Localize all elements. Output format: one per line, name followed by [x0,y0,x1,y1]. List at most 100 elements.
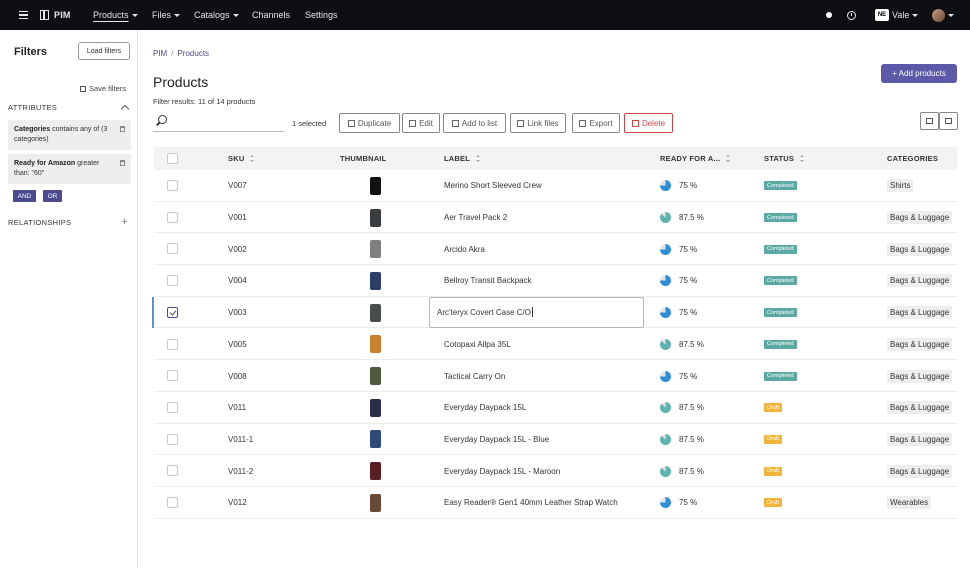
table-row[interactable]: V011 Everyday Daypack 15L 87.5 % Draft Bags … [154,392,957,424]
trash-icon[interactable] [120,160,125,166]
and-button[interactable]: AND [13,190,36,202]
nav-channels[interactable]: Channels [252,0,290,30]
breadcrumb-products[interactable]: Products [177,49,209,58]
save-filters-button[interactable]: Save filters [80,84,126,93]
category-tag: Bags & Luggage [887,211,953,225]
label-edit-input[interactable]: Arc'teryx Covert Case C/O [429,296,644,328]
label-cell[interactable]: Everyday Daypack 15L - Blue [444,424,549,456]
delete-button[interactable]: Delete [624,113,673,133]
duplicate-button[interactable]: Duplicate [339,113,400,133]
table-row[interactable]: V004 Bellroy Transit Backpack 75 % Complete… [154,265,957,297]
products-main: PIM / Products Products Filter results: 11… [139,30,970,568]
status-badge: Draft [764,466,782,476]
category-tag: Bags & Luggage [887,274,953,288]
add-products-button[interactable]: + Add products [881,64,957,83]
table-row[interactable]: V002 Arcido Akra 75 % Completed Bags & Lugga… [154,233,957,266]
row-checkbox[interactable] [167,370,178,382]
app-logo[interactable]: PIM [40,0,71,30]
relationships-section-header[interactable]: RELATIONSHIPS + [8,217,132,228]
filter-results-text: Filter results: 11 of 14 products [153,97,256,106]
thumbnail-cell[interactable] [370,392,381,424]
status-cell: Draft [764,455,782,487]
thumbnail-cell[interactable] [370,202,381,234]
thumbnail-cell[interactable] [370,170,381,202]
attributes-section-header[interactable]: ATTRIBUTES [8,103,132,114]
nav-settings[interactable]: Settings [305,0,338,30]
table-row[interactable]: V003 Arc'teryx Covert Case C/O 75 % Complet… [152,296,957,329]
thumbnail-cell[interactable] [370,233,381,265]
thumbnail-cell[interactable] [370,424,381,456]
table-row[interactable]: V008 Tactical Carry On 75 % Completed Bags &… [154,360,957,392]
table-row[interactable]: V007 Merino Short Sleeved Crew 75 % Complet… [154,170,957,202]
column-header-label[interactable]: LABEL [444,147,480,170]
user-avatar[interactable] [932,0,954,30]
row-checkbox[interactable] [167,401,178,413]
trash-icon[interactable] [120,126,125,132]
table-row[interactable]: V011-2 Everyday Daypack 15L - Maroon 87.5 … [154,455,957,487]
thumbnail-cell[interactable] [370,297,381,329]
or-button[interactable]: OR [43,190,62,202]
label-cell[interactable]: Arcido Akra [444,233,485,265]
add-to-list-button[interactable]: Add to list [443,113,506,133]
plus-icon[interactable]: + [121,217,128,228]
edit-button[interactable]: Edit [402,113,440,133]
row-checkbox[interactable] [167,243,178,255]
org-switcher[interactable]: NE Vale [875,0,919,30]
categories-cell: Bags & Luggage [887,392,953,424]
nav-products[interactable]: Products [93,0,138,30]
thumbnail-cell[interactable] [370,329,381,361]
progress-pie-icon [660,465,671,477]
thumbnail-cell[interactable] [370,360,381,392]
sku-cell: V011 [228,403,247,413]
notification-dot-icon[interactable] [826,0,832,30]
product-thumbnail [370,303,381,322]
progress-pie-icon [660,433,671,445]
row-checkbox[interactable] [167,211,178,223]
row-checkbox[interactable] [167,306,178,318]
product-thumbnail [370,176,381,195]
row-checkbox[interactable] [167,180,178,191]
filters-title: Filters [14,46,48,58]
table-row[interactable]: V005 Cotopaxi Allpa 35L 87.5 % Completed Bag… [154,329,957,361]
label-cell[interactable]: Merino Short Sleeved Crew [444,170,542,202]
label-cell[interactable]: Everyday Daypack 15L - Maroon [444,455,560,487]
label-cell[interactable]: Tactical Carry On [444,360,505,392]
label-cell[interactable]: Bellroy Transit Backpack [444,265,532,297]
nav-files[interactable]: Files [152,0,181,30]
row-checkbox[interactable] [167,465,178,477]
category-tag: Bags & Luggage [887,401,953,415]
thumbnail-cell[interactable] [370,265,381,297]
thumbnail-cell[interactable] [370,487,381,519]
row-checkbox[interactable] [167,433,178,445]
table-row[interactable]: V011-1 Everyday Daypack 15L - Blue 87.5 % D… [154,424,957,456]
export-button[interactable]: Export [572,113,620,133]
label-cell[interactable]: Everyday Daypack 15L [444,392,526,424]
filter-chip-ready-for-amazon[interactable]: Ready for Amazon greater than: "60" [8,154,131,184]
category-tag: Bags & Luggage [887,432,953,446]
search-input[interactable] [153,112,284,132]
link-files-button[interactable]: Link files [510,113,566,133]
column-header-sku[interactable]: SKU [228,147,255,170]
thumbnail-cell[interactable] [370,455,381,487]
save-view-button[interactable] [939,112,958,130]
select-all-checkbox[interactable] [167,153,178,164]
filter-chip-categories[interactable]: Categories contains any of (3 categories… [8,120,131,150]
status-badge: Draft [764,498,782,508]
label-cell[interactable]: Easy Reader® Gen1 40mm Leather Strap Wat… [444,487,618,519]
nav-catalogs[interactable]: Catalogs [194,0,239,30]
column-view-button[interactable] [920,112,939,130]
categories-cell: Bags & Luggage [887,265,953,297]
hamburger-menu-icon[interactable] [18,0,28,30]
load-filters-button[interactable]: Load filters [78,42,130,60]
column-header-ready-for-amazon[interactable]: READY FOR A... [660,147,731,170]
row-checkbox[interactable] [167,338,178,350]
row-checkbox[interactable] [167,497,178,508]
row-checkbox[interactable] [167,275,178,287]
column-header-status[interactable]: STATUS [764,147,805,170]
table-row[interactable]: V001 Aer Travel Pack 2 87.5 % Completed Bags… [154,202,957,234]
label-cell[interactable]: Cotopaxi Allpa 35L [444,329,511,361]
table-row[interactable]: V012 Easy Reader® Gen1 40mm Leather Strap… [154,487,957,519]
breadcrumb-pim[interactable]: PIM [153,49,167,58]
label-cell[interactable]: Aer Travel Pack 2 [444,202,507,234]
history-clock-icon[interactable] [847,0,856,30]
